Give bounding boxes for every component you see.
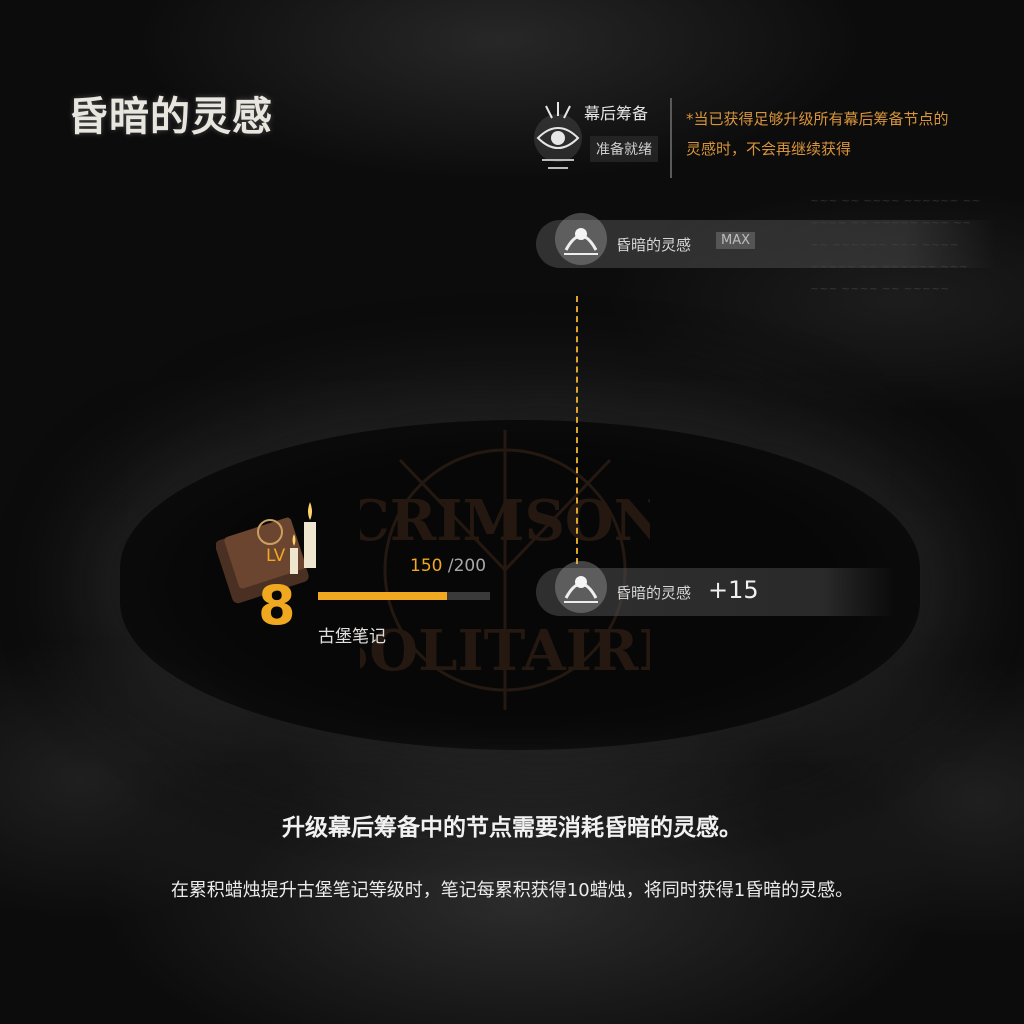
progress-fill xyxy=(318,592,447,600)
prepare-name: 幕后筹备 xyxy=(584,104,649,123)
progress-bar xyxy=(318,592,490,600)
description-line-2: 在累积蜡烛提升古堡笔记等级时，笔记每累积获得10蜡烛，将同时获得1昏暗的灵感。 xyxy=(170,880,854,901)
inspiration-icon xyxy=(555,213,607,265)
level-number: 8 xyxy=(258,574,296,637)
gain-value: +15 xyxy=(708,576,759,604)
node-label: 昏暗的灵感 xyxy=(616,584,692,602)
prepare-status: 准备就绪 xyxy=(590,136,658,162)
eye-sigil-icon xyxy=(534,102,582,169)
level-label: LV xyxy=(266,546,286,566)
page-title: 昏暗的灵感 xyxy=(68,93,273,140)
inspiration-icon xyxy=(555,561,607,613)
description-line-1: 升级幕后筹备中的节点需要消耗昏暗的灵感。 xyxy=(282,814,742,841)
prepare-panel[interactable]: 幕后筹备 准备就绪 xyxy=(532,92,682,182)
max-badge: MAX xyxy=(716,232,756,249)
progress-current: 150 xyxy=(410,556,443,576)
prepare-note: *当已获得足够升级所有幕后筹备节点的灵感时，不会再继续获得 xyxy=(686,110,949,158)
prepare-divider xyxy=(670,98,672,178)
progress-text: 150 /200 xyxy=(410,556,486,576)
svg-text:SOLITAIRE: SOLITAIRE xyxy=(360,618,650,684)
inspiration-node-max[interactable]: 昏暗的灵感 MAX xyxy=(536,213,996,268)
progress-max: /200 xyxy=(447,556,487,576)
svg-text:CRIMSON: CRIMSON xyxy=(360,488,650,554)
node-connector xyxy=(576,296,578,564)
node-label: 昏暗的灵感 xyxy=(616,236,692,254)
notebook-name: 古堡笔记 xyxy=(318,627,386,647)
inspiration-node-gain[interactable]: 昏暗的灵感 +15 xyxy=(536,561,896,616)
